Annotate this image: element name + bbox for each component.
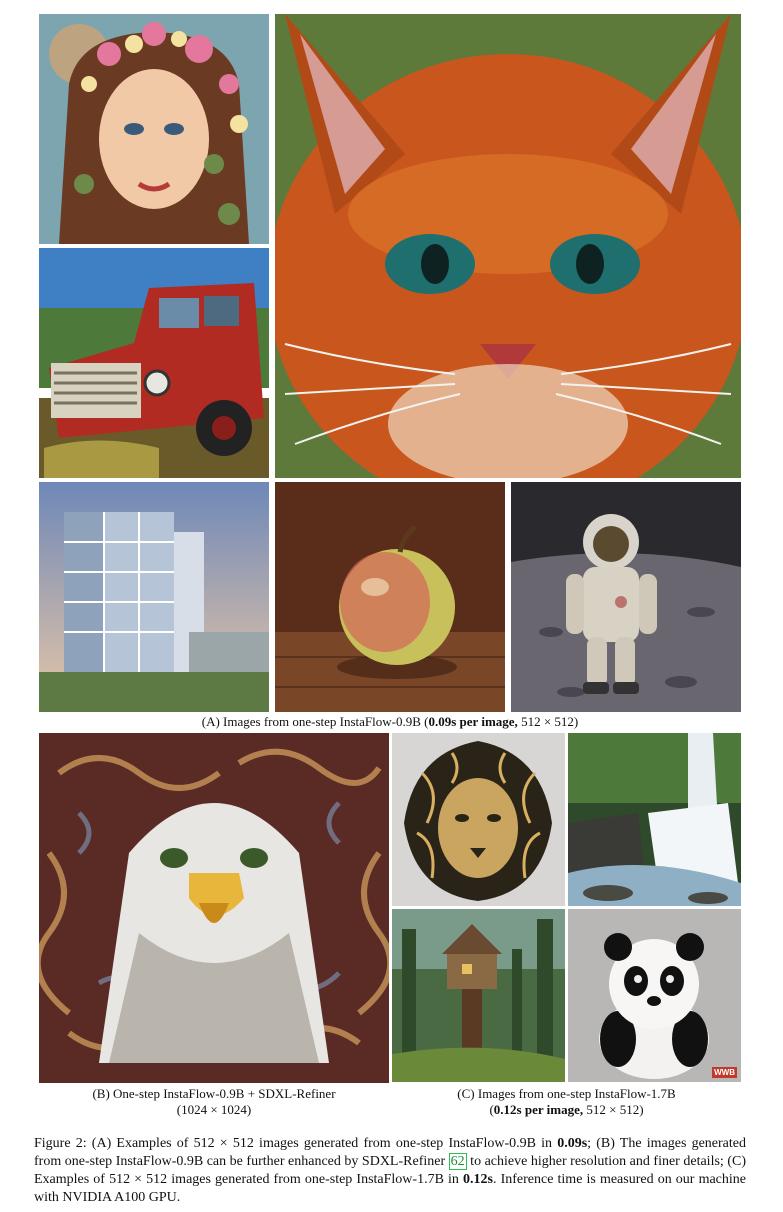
image-treehouse xyxy=(392,909,565,1082)
image-astronaut xyxy=(511,482,741,712)
watermark-badge: WWB xyxy=(712,1067,737,1078)
panel-c-caption-line2: (0.12s per image, 512 × 512) xyxy=(489,1102,644,1117)
panel-c-caption-line1: (C) Images from one-step InstaFlow-1.7B xyxy=(457,1086,676,1101)
image-woman-portrait xyxy=(39,14,269,244)
panel-a-caption: (A) Images from one-step InstaFlow-0.9B … xyxy=(201,714,579,729)
figure-caption: Figure 2: (A) Examples of 512 × 512 imag… xyxy=(34,1136,746,1205)
panel-b-caption-line2: (1024 × 1024) xyxy=(176,1102,252,1117)
image-lion xyxy=(392,733,565,906)
panel-b-caption: (B) One-step InstaFlow-0.9B + SDXL-Refin… xyxy=(39,1086,389,1118)
image-apple xyxy=(275,482,505,712)
image-eagle xyxy=(39,733,389,1083)
image-panda: WWB xyxy=(568,909,741,1082)
panel-c-caption: (C) Images from one-step InstaFlow-1.7B … xyxy=(392,1086,741,1118)
image-orange-cat xyxy=(275,14,741,478)
image-red-truck xyxy=(39,248,269,478)
panel-b-caption-line1: (B) One-step InstaFlow-0.9B + SDXL-Refin… xyxy=(92,1086,336,1101)
image-glass-building xyxy=(39,482,269,712)
image-waterfall xyxy=(568,733,741,906)
citation-link[interactable]: 62 xyxy=(448,1153,467,1170)
